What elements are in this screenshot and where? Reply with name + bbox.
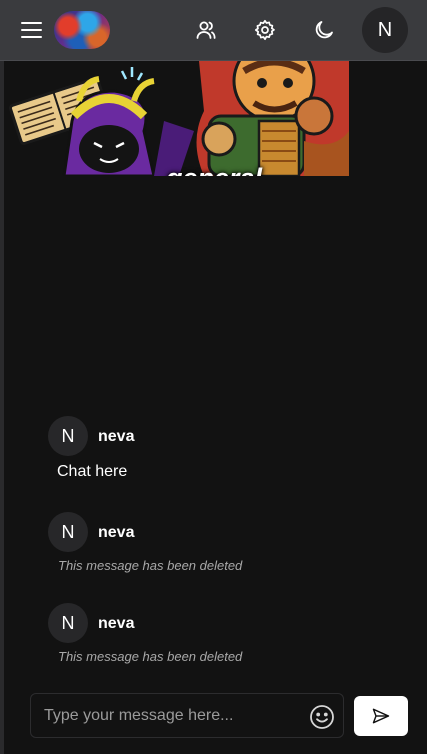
message-item: N neva This message has been deleted xyxy=(48,512,348,577)
message-username[interactable]: neva xyxy=(98,524,134,542)
app-logo[interactable] xyxy=(54,11,110,49)
message-avatar[interactable]: N xyxy=(48,603,88,643)
hamburger-menu-icon[interactable] xyxy=(20,19,44,41)
message-composer xyxy=(30,693,344,738)
user-avatar-initial: N xyxy=(377,18,393,41)
send-button[interactable] xyxy=(354,696,408,736)
channel-title: general xyxy=(166,163,262,176)
message-item: N neva Chat here xyxy=(48,416,348,486)
send-icon xyxy=(372,708,390,724)
gear-icon[interactable] xyxy=(253,18,277,42)
smiley-icon[interactable] xyxy=(309,704,335,730)
message-avatar-initial: N xyxy=(61,425,75,446)
top-bar: N xyxy=(0,0,427,61)
message-avatar[interactable]: N xyxy=(48,416,88,456)
message-username[interactable]: neva xyxy=(98,615,134,633)
message-input[interactable] xyxy=(44,694,304,737)
deleted-message-text: This message has been deleted xyxy=(58,558,243,573)
message-avatar[interactable]: N xyxy=(48,512,88,552)
banner-artwork xyxy=(8,61,349,176)
message-avatar-initial: N xyxy=(61,612,75,633)
message-text: Chat here xyxy=(57,463,128,480)
users-icon[interactable] xyxy=(194,18,218,42)
deleted-message-text: This message has been deleted xyxy=(58,649,243,664)
user-avatar[interactable]: N xyxy=(362,7,408,53)
message-item: N neva This message has been deleted xyxy=(48,603,348,668)
message-username[interactable]: neva xyxy=(98,428,134,446)
moon-icon[interactable] xyxy=(312,18,336,42)
channel-banner: general xyxy=(4,61,349,176)
message-avatar-initial: N xyxy=(61,521,75,542)
